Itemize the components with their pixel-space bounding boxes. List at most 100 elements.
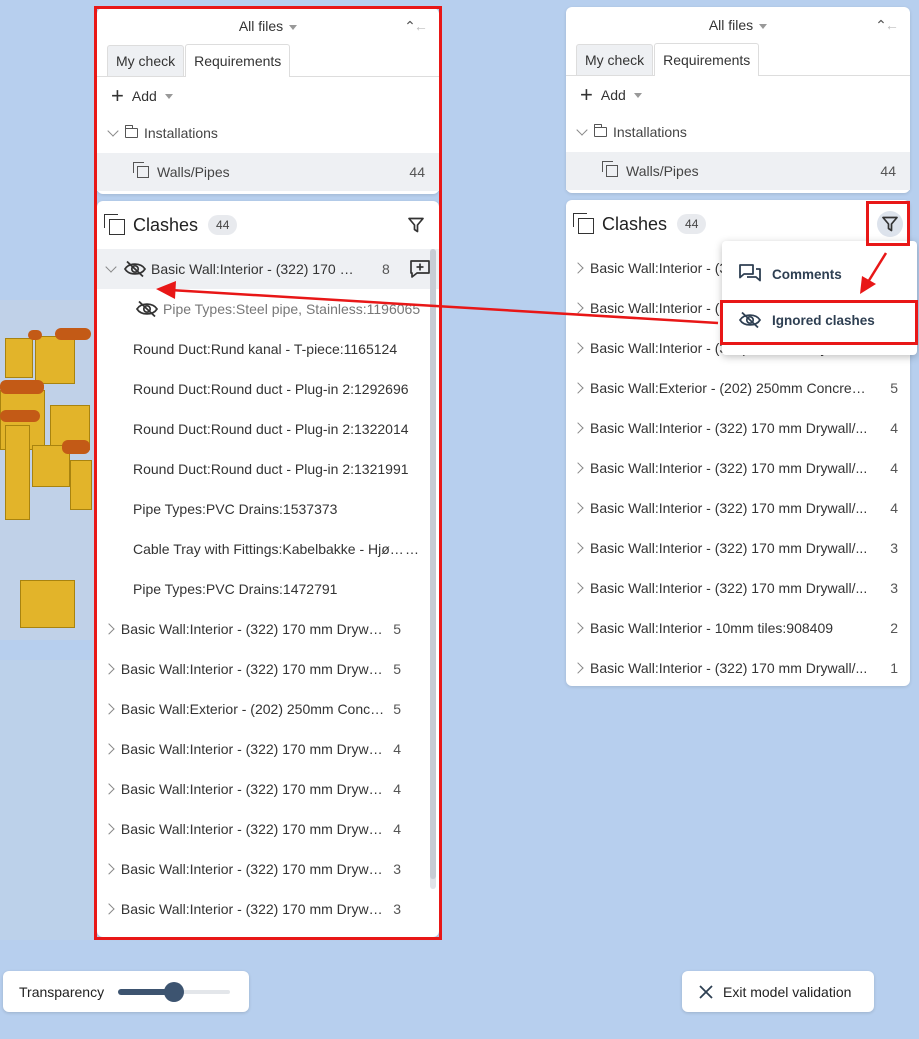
chevron-right-icon[interactable]: [103, 623, 115, 635]
model-part: [5, 338, 33, 378]
slider-knob[interactable]: [164, 981, 185, 1002]
clash-child-ignored[interactable]: Pipe Types:Steel pipe, Stainless:1196065: [97, 289, 439, 329]
model-part: [20, 580, 75, 628]
tab-requirements[interactable]: Requirements: [185, 44, 291, 77]
folder-installations[interactable]: Installations: [97, 115, 439, 151]
add-label: Add: [600, 87, 626, 103]
tab-my-check[interactable]: My check: [576, 44, 654, 75]
folder-icon: [593, 124, 607, 137]
clash-row[interactable]: Basic Wall:Interior - (322) 170 mm Drywa…: [97, 809, 439, 849]
collapse-panel-button[interactable]: ⌃←: [401, 8, 431, 44]
model-viewport[interactable]: [0, 240, 110, 960]
chevron-right-icon[interactable]: [103, 903, 115, 915]
filter-button[interactable]: [877, 211, 903, 237]
clash-row[interactable]: Basic Wall:Interior - (322) 170 mm Drywa…: [566, 648, 910, 686]
add-button[interactable]: + Add: [97, 77, 439, 115]
folder-installations[interactable]: Installations: [566, 114, 910, 150]
chevron-down-icon[interactable]: [576, 124, 588, 136]
clash-row[interactable]: Basic Wall:Interior - 10mm tiles:908409 2: [566, 608, 910, 648]
chevron-right-icon[interactable]: [103, 703, 115, 715]
chevron-right-icon[interactable]: [572, 302, 584, 314]
clash-child[interactable]: Round Duct:Rund kanal - T-piece:1165124: [97, 329, 439, 369]
clash-child[interactable]: Round Duct:Round duct - Plug-in 2:132201…: [97, 409, 439, 449]
clash-row[interactable]: Basic Wall:Interior - (322) 170 mm Drywa…: [566, 408, 910, 448]
chevron-right-icon[interactable]: [572, 542, 584, 554]
clash-row[interactable]: Basic Wall:Interior - (322) 170 mm Drywa…: [97, 889, 439, 929]
eye-off-icon: [739, 311, 761, 329]
chevron-down-icon[interactable]: [105, 261, 117, 273]
clash-row[interactable]: Basic Wall:Exterior - (202) 250mm Concre…: [566, 368, 910, 408]
chevron-right-icon[interactable]: [572, 422, 584, 434]
clash-child[interactable]: Pipe Types:PVC Drains:1537373: [97, 489, 439, 529]
add-comment-icon[interactable]: [409, 259, 431, 279]
clash-child[interactable]: Cable Tray with Fittings:Kabelbakke - Hj…: [97, 529, 439, 569]
chevron-right-icon[interactable]: [572, 622, 584, 634]
chevron-right-icon[interactable]: [572, 662, 584, 674]
chevron-right-icon[interactable]: [103, 783, 115, 795]
clash-count: 4: [393, 741, 401, 757]
chevron-right-icon[interactable]: [572, 262, 584, 274]
clash-row[interactable]: Basic Wall:Interior - (322) 170 mm Drywa…: [97, 849, 439, 889]
clashes-icon: [104, 214, 125, 235]
clashes-count-badge: 44: [677, 214, 707, 234]
requirement-walls-pipes[interactable]: Walls/Pipes 44: [97, 153, 439, 191]
chevron-right-icon[interactable]: [103, 863, 115, 875]
clash-label: Basic Wall:Interior - (322) 170 mm Drywa…: [120, 861, 388, 877]
chevron-right-icon[interactable]: [572, 382, 584, 394]
clash-child-label: Round Duct:Round duct - Plug-in 2:132199…: [133, 461, 409, 477]
clash-label: Basic Wall:Interior - (322) 170 mm Drywa…: [590, 460, 868, 476]
clash-child[interactable]: Round Duct:Round duct - Plug-in 2:132199…: [97, 449, 439, 489]
filter-button[interactable]: [403, 212, 429, 238]
model-pipe: [62, 440, 90, 454]
clash-count: 3: [393, 901, 401, 917]
exit-model-validation-button[interactable]: Exit model validation: [682, 971, 874, 1012]
folder-icon: [124, 125, 138, 138]
clash-label: Basic Wall:Interior - (322) 170 mm Drywa…: [590, 660, 868, 676]
clash-row-expanded[interactable]: Basic Wall:Interior - (322) 170 mm Drywa…: [97, 249, 439, 289]
clash-row[interactable]: Basic Wall:Interior - (322) 170 mm Drywa…: [97, 769, 439, 809]
collapse-panel-button[interactable]: ⌃←: [872, 7, 902, 43]
chevron-right-icon[interactable]: [572, 462, 584, 474]
clash-row[interactable]: Basic Wall:Interior - (322) 170 mm Drywa…: [566, 448, 910, 488]
clash-row[interactable]: Basic Wall:Interior - (322) 170 mm Drywa…: [97, 609, 439, 649]
chevron-right-icon[interactable]: [103, 823, 115, 835]
clash-count: 4: [890, 420, 898, 436]
scrollbar-thumb[interactable]: [430, 249, 436, 879]
scrollbar[interactable]: [430, 249, 436, 889]
files-selector[interactable]: All files ⌃←: [566, 7, 910, 43]
clash-label: Basic Wall:Interior - (322) 170 mm Drywa…: [590, 500, 868, 516]
clash-row[interactable]: Basic Wall:Exterior - (202) 250mm Concre…: [97, 689, 439, 729]
chevron-right-icon[interactable]: [572, 342, 584, 354]
clash-child-label: Round Duct:Round duct - Plug-in 2:132201…: [133, 421, 409, 437]
add-button[interactable]: + Add: [566, 76, 910, 114]
clash-row[interactable]: Basic Wall:Interior - (322) 170 mm Drywa…: [566, 568, 910, 608]
clash-child-label: Cable Tray with Fittings:Kabelbakke - Hj…: [133, 541, 405, 557]
tab-my-check[interactable]: My check: [107, 45, 185, 76]
tab-requirements[interactable]: Requirements: [654, 43, 760, 76]
chevron-right-icon[interactable]: [103, 663, 115, 675]
menu-item-comments[interactable]: Comments: [722, 251, 917, 297]
menu-item-ignored-clashes[interactable]: Ignored clashes: [722, 297, 917, 343]
clashes-icon: [573, 213, 594, 234]
clash-label: Basic Wall:Interior - (322) 170 mm Drywa…: [120, 901, 388, 917]
clash-row[interactable]: Basic Wall:Interior - (322) 170 mm Drywa…: [97, 649, 439, 689]
clash-child-label: Round Duct:Round duct - Plug-in 2:129269…: [133, 381, 409, 397]
model-pipe: [0, 380, 44, 394]
clash-row[interactable]: Basic Wall:Interior - (322) 170 mm Drywa…: [566, 528, 910, 568]
plus-icon: +: [111, 83, 124, 108]
chevron-down-icon[interactable]: [107, 125, 119, 137]
clash-child[interactable]: Round Duct:Round duct - Plug-in 2:129269…: [97, 369, 439, 409]
requirement-walls-pipes[interactable]: Walls/Pipes 44: [566, 152, 910, 190]
clash-row[interactable]: Basic Wall:Interior - (322) 170 mm Drywa…: [97, 729, 439, 769]
transparency-slider[interactable]: [118, 981, 231, 1002]
menu-item-label: Comments: [772, 266, 842, 282]
clash-row[interactable]: Basic Wall:Interior - (322) 170 mm Drywa…: [566, 488, 910, 528]
ellipsis: …: [405, 541, 419, 557]
clash-set-icon: [133, 162, 149, 178]
model-pipe: [55, 328, 91, 340]
clash-child[interactable]: Pipe Types:PVC Drains:1472791: [97, 569, 439, 609]
chevron-right-icon[interactable]: [103, 743, 115, 755]
files-selector[interactable]: All files ⌃←: [97, 8, 439, 44]
chevron-right-icon[interactable]: [572, 582, 584, 594]
chevron-right-icon[interactable]: [572, 502, 584, 514]
